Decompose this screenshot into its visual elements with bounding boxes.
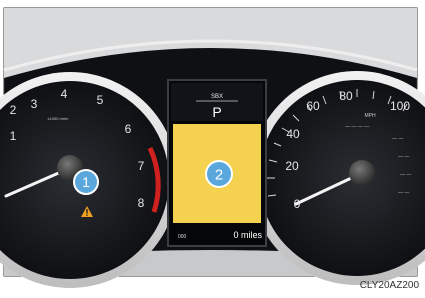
shift-position-indicator: P — [212, 104, 221, 120]
tachometer-tick-label: 3 — [31, 97, 38, 111]
instrument-cluster-illustration: 1 2 3 4 5 6 7 8 x1000 r/min 1 60 80 100 … — [0, 0, 425, 293]
odometer-readout: 0 miles — [233, 230, 262, 240]
figure-code: CLY20AZ200 — [360, 280, 420, 291]
tachometer-tick-label: 8 — [138, 196, 145, 210]
speedometer-tick-label: 60 — [306, 99, 320, 113]
tachometer-unit-label: x1000 r/min — [48, 116, 69, 121]
tachometer-tick-label: 1 — [10, 129, 17, 143]
tachometer-tick-label: 6 — [125, 122, 132, 136]
svg-text:— —: — — — [398, 190, 409, 196]
svg-text:— —: — — — [392, 136, 403, 142]
tachometer-tick-label: 4 — [61, 87, 68, 101]
callout-1-number: 1 — [82, 174, 90, 190]
svg-text:— —: — — — [398, 154, 409, 160]
tachometer-tick-label: 7 — [138, 159, 145, 173]
callout-2-number: 2 — [215, 167, 223, 184]
cluster-svg: 1 2 3 4 5 6 7 8 x1000 r/min 1 60 80 100 … — [0, 7, 425, 291]
speedometer-tick-label: 80 — [339, 89, 353, 103]
speedometer-hub — [349, 160, 375, 186]
multi-information-display: SBX P 2 000 0 miles — [167, 79, 267, 247]
speedometer-tick-label: 40 — [286, 127, 300, 141]
svg-text:— — — —: — — — — — [345, 124, 369, 130]
tachometer-tick-label: 2 — [10, 103, 17, 117]
speedometer-tick-label: 100 — [390, 99, 410, 113]
speedometer-tick-label: 20 — [285, 159, 299, 173]
tachometer-tick-label: 5 — [97, 93, 104, 107]
speedometer-unit-label: MPH — [364, 113, 376, 119]
svg-text:— —: — — — [400, 172, 411, 178]
display-bottom-left: 000 — [178, 234, 187, 240]
display-top-label: SBX — [211, 94, 223, 100]
